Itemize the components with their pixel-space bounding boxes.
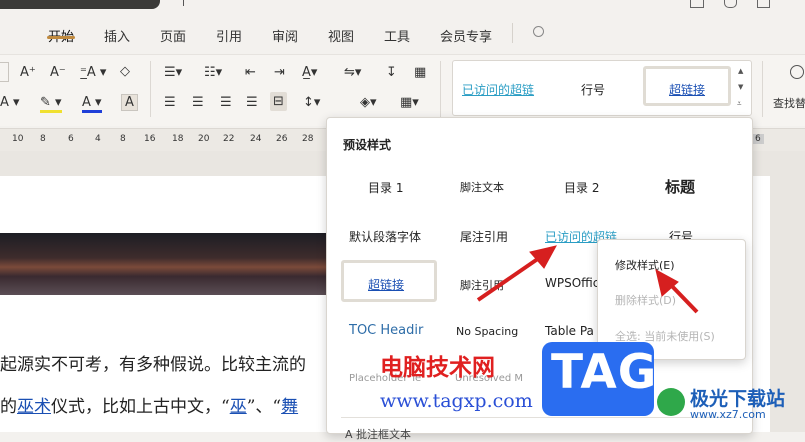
gallery-scroll-down-icon[interactable]: ▼ [738,83,743,91]
doc-text-run: ”、“ [246,397,282,417]
show-marks-icon[interactable]: ↧ [386,65,397,80]
borders-icon[interactable]: ▦▾ [400,95,419,110]
gallery-style-hyperlink[interactable]: 超链接 [669,81,705,98]
shield-icon[interactable] [724,0,737,8]
gallery-expand-icon[interactable]: ⩡ [737,99,742,109]
style-toc-heading[interactable]: TOC Headir [349,323,423,338]
panel-divider [341,417,737,418]
text-direction-icon[interactable]: A̲▾ [302,65,317,80]
style-table-paragraph[interactable]: Table Pa [545,324,594,338]
line-spacing-icon[interactable]: ↕▾ [303,95,320,110]
tab-view[interactable]: 视图 [328,26,354,45]
text-effect-icon[interactable]: A ▾ [0,95,20,110]
shrink-font-icon[interactable]: A⁻ [50,65,66,80]
style-no-spacing[interactable]: No Spacing [456,325,518,338]
brand-url: www.xz7.com [690,408,766,421]
tab-page[interactable]: 页面 [160,26,186,45]
ruler-tick: 8 [120,134,126,144]
highlight-icon[interactable]: ✎ ▾ [40,95,62,113]
active-tab-indicator [47,36,75,39]
align-left-icon[interactable]: ☰ [164,95,176,110]
brand-logo-icon [657,388,685,416]
document-image[interactable] [0,233,335,295]
ruler-tick: 6 [68,134,74,144]
tab-divider [512,23,513,43]
panel-title: 预设样式 [343,138,392,152]
ribbon-separator [150,61,151,117]
ruler-tick: 18 [172,134,184,144]
font-size-box[interactable] [0,62,9,82]
watermark-site-url: www.tagxp.com [380,390,533,412]
window-icon[interactable] [690,0,704,8]
phonetic-guide-icon[interactable]: ⁼̲A ▾ [80,65,106,80]
ruler-tick: 20 [198,134,210,144]
font-color-icon[interactable]: A ▾ [82,95,102,113]
menu-modify-style[interactable]: 修改样式(E) [615,257,675,273]
style-gallery[interactable]: 已访问的超链 行号 超链接 ▲ ▼ ⩡ [452,60,752,116]
ruler-tick: 22 [223,134,235,144]
find-icon[interactable] [790,65,804,79]
style-comment-text[interactable]: A 批注框文本 [345,426,411,442]
ruler-tick: 16 [144,134,156,144]
gallery-style-line-number[interactable]: 行号 [581,81,605,98]
ruler-tick: 4 [95,134,101,144]
grow-font-icon[interactable]: A⁺ [20,65,36,80]
char-shading-icon[interactable]: A [121,94,138,111]
more-icon[interactable] [757,0,770,8]
shading-icon[interactable]: ◈▾ [360,95,377,110]
menu-delete-style: 删除样式(D) [615,294,677,307]
clear-format-icon[interactable]: ◇ [120,64,130,79]
doc-link-run[interactable]: 巫 [230,397,247,417]
tab-review[interactable]: 审阅 [272,26,298,45]
tab-member[interactable]: 会员专享 [440,26,492,45]
doc-link-run[interactable]: 舞 [281,397,298,417]
new-tab-icon[interactable] [183,0,194,6]
ribbon-separator [762,61,763,117]
search-icon[interactable] [533,26,544,37]
gallery-scroll-up-icon[interactable]: ▲ [738,67,743,75]
style-toc2[interactable]: 目录 2 [564,179,599,196]
ruler-toggle-icon[interactable]: ▦ [414,65,426,80]
align-center-icon[interactable]: ☰ [192,95,204,110]
ribbon-separator [440,61,441,117]
doc-paragraph-line[interactable]: 的巫术仪式，比如上古中文，“巫”、“舞 [0,392,298,417]
style-wpsoffice[interactable]: WPSOffic [545,276,599,290]
style-default-paragraph-font[interactable]: 默认段落字体 [349,228,421,245]
doc-text-run: 的 [0,397,17,417]
ribbon-tabs: 开始 插入 页面 引用 审阅 视图 工具 会员专享 [0,14,805,55]
distribute-icon[interactable]: ⊟ [270,92,287,111]
justify-icon[interactable]: ☰ [246,95,258,110]
gallery-style-visited-link[interactable]: 已访问的超链 [462,81,534,98]
decrease-indent-icon[interactable]: ⇤ [245,65,256,80]
style-endnote-ref[interactable]: 尾注引用 [460,228,508,245]
style-toc1[interactable]: 目录 1 [368,179,403,196]
ruler-tick: 6 [752,134,764,144]
increase-indent-icon[interactable]: ⇥ [274,65,285,80]
document-tab-strip[interactable] [0,0,160,9]
doc-text-run: 仪式，比如上古中文，“ [51,397,230,417]
doc-link-run[interactable]: 巫术 [17,397,51,417]
ruler-tick: 8 [40,134,46,144]
align-right-icon[interactable]: ☰ [220,95,232,110]
tab-references[interactable]: 引用 [216,26,242,45]
bullets-icon[interactable]: ☰▾ [164,65,182,80]
ruler-tick: 26 [276,134,288,144]
doc-paragraph-line[interactable]: 起源实不可考，有多种假说。比较主流的 [0,350,306,375]
tag-logo-text: TAG [551,345,658,400]
ruler-tick: 24 [250,134,262,144]
watermark-site-name: 电脑技术网 [380,355,495,381]
ruler-tick: 10 [12,134,24,144]
style-footnote-text[interactable]: 脚注文本 [460,179,504,195]
ruler-tick: 28 [302,134,314,144]
brand-name: 极光下载站 [690,388,786,410]
sort-icon[interactable]: ⇋▾ [344,65,361,80]
numbering-icon[interactable]: ☷▾ [204,65,222,80]
style-heading[interactable]: 标题 [665,176,695,197]
find-replace-label[interactable]: 查找替 [773,95,805,111]
tab-tools[interactable]: 工具 [384,26,410,45]
tab-insert[interactable]: 插入 [104,26,130,45]
style-footnote-ref[interactable]: 脚注引用 [460,277,504,293]
style-hyperlink[interactable]: 超链接 [368,276,404,293]
